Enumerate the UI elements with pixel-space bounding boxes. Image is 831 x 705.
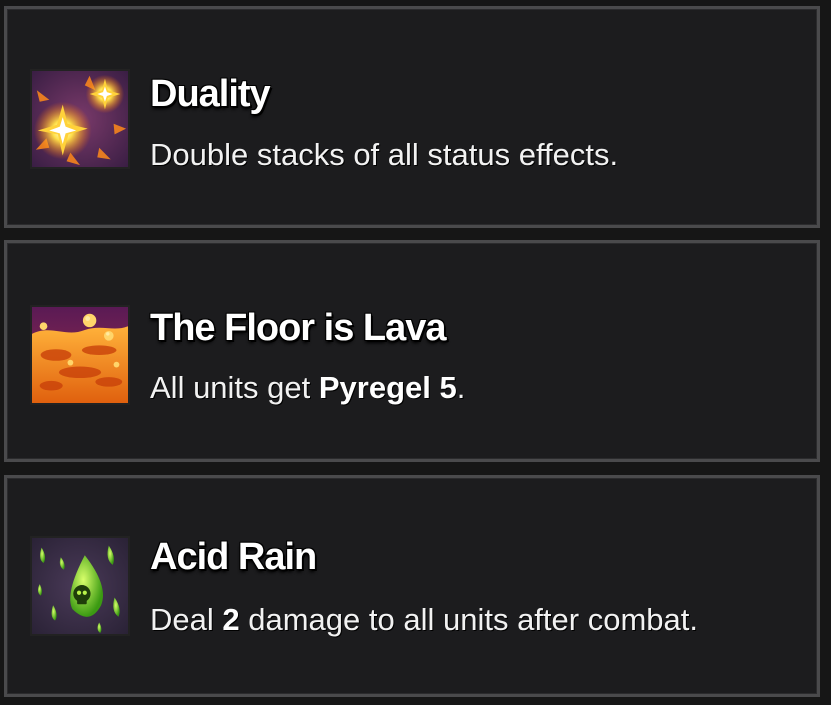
- lava-floor-icon: [30, 305, 130, 405]
- modifier-description: Deal 2 damage to all units after combat.: [150, 602, 698, 637]
- modifier-title: Acid Rain: [150, 536, 317, 578]
- explosion-sparks-icon: [30, 69, 130, 169]
- modifier-title: Duality: [150, 73, 271, 115]
- damage-value: 2: [222, 602, 240, 637]
- modifier-card-floor-is-lava[interactable]: The Floor is Lava All units get Pyregel …: [4, 240, 820, 462]
- modifier-description: Double stacks of all status effects.: [150, 137, 619, 172]
- keyword-pyregel[interactable]: Pyregel 5: [319, 370, 457, 405]
- modifier-list: Duality Double stacks of all status effe…: [0, 0, 831, 705]
- modifier-title: The Floor is Lava: [150, 307, 447, 349]
- modifier-card-acid-rain[interactable]: Acid Rain Deal 2 damage to all units aft…: [4, 475, 820, 697]
- modifier-description: All units get Pyregel 5.: [150, 370, 466, 405]
- modifier-card-duality[interactable]: Duality Double stacks of all status effe…: [4, 6, 820, 228]
- acid-drops-skull-icon: [30, 536, 130, 636]
